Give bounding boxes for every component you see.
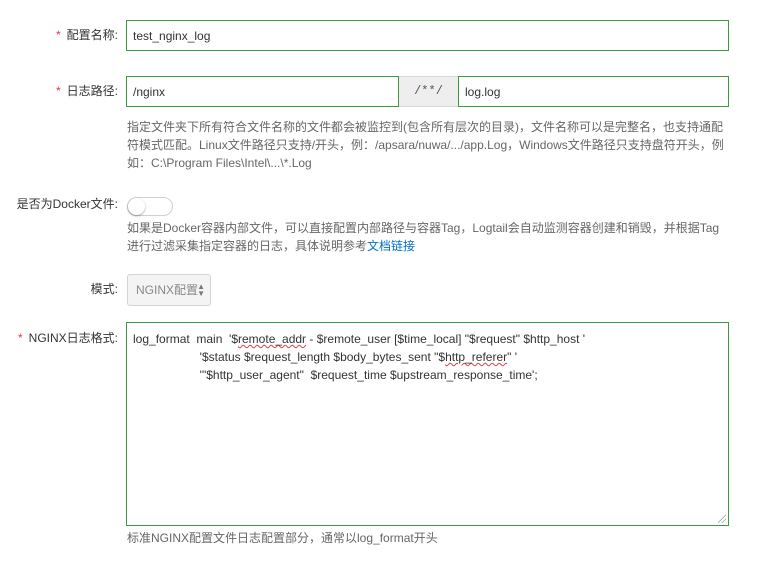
nginx-format-label: * NGINX日志格式: [17,331,118,345]
select-arrows-icon: ▲ ▼ [197,282,205,298]
nginx-format-textarea[interactable]: log_format main '$remote_addr - $remote_… [126,322,729,526]
mode-label: 模式: [90,282,118,296]
log-file-pattern-input[interactable] [458,76,729,107]
path-separator: /**/ [399,76,458,107]
toggle-knob [128,198,145,215]
log-path-help: 指定文件夹下所有符合文件名称的文件都会被监控到(包含所有层次的目录)，文件名称可… [127,120,724,170]
log-path-label: * 日志路径: [55,84,118,98]
docker-label: 是否为Docker文件: [16,197,118,211]
nginx-format-help: 标准NGINX配置文件日志配置部分，通常以log_format开头 [127,531,438,545]
resize-handle-icon[interactable] [718,515,726,523]
log-dir-input[interactable] [126,76,399,107]
config-name-label: * 配置名称: [55,28,118,42]
doc-link[interactable]: 文档链接 [367,239,415,253]
config-name-input[interactable] [126,20,729,51]
mode-select[interactable]: NGINX配置 ▲ ▼ [127,274,211,306]
docker-toggle[interactable] [127,197,173,216]
docker-help: 如果是Docker容器内部文件，可以直接配置内部路径与容器Tag，Logtail… [127,221,720,253]
